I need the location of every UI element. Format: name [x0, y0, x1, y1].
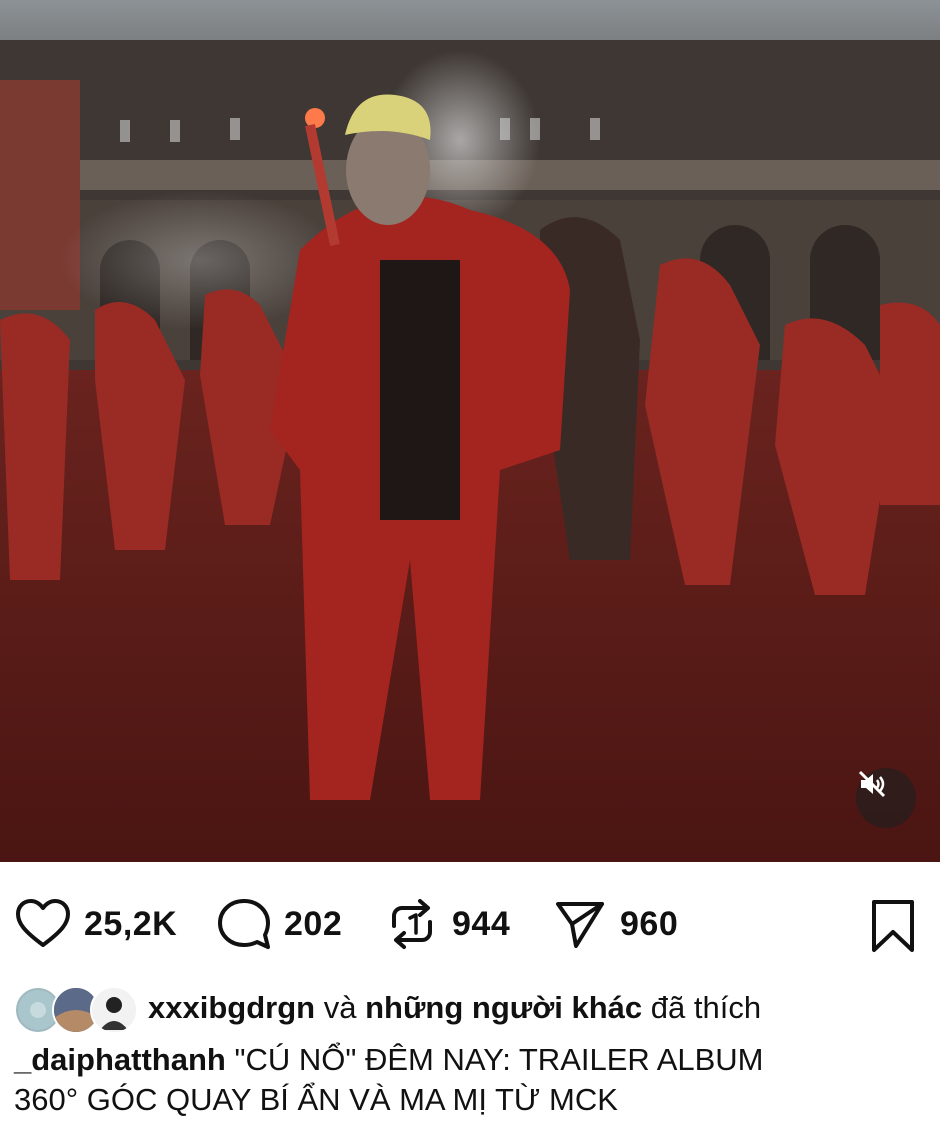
liked-by-connector: và: [323, 990, 357, 1025]
share-count: 960: [620, 904, 679, 943]
caption-text-line1: "CÚ NỔ" ĐÊM NAY: TRAILER ALBUM: [234, 1042, 764, 1077]
liked-by-suffix: đã thích: [650, 990, 762, 1025]
video-frame: [0, 0, 940, 862]
send-icon[interactable]: [552, 896, 608, 952]
share-action[interactable]: 960: [552, 896, 678, 952]
repost-icon[interactable]: [384, 896, 440, 952]
post-caption: _daiphatthanh "CÚ NỔ" ĐÊM NAY: TRAILER A…: [14, 1040, 924, 1120]
liked-by-avatars[interactable]: [14, 982, 142, 1034]
caption-text-line2: 360° GÓC QUAY BÍ ẨN VÀ MA MỊ TỪ MCK: [14, 1082, 618, 1117]
post-video[interactable]: [0, 0, 940, 862]
comment-bubble-icon[interactable]: [216, 897, 272, 951]
bookmark-icon[interactable]: [868, 898, 918, 954]
repost-count: 944: [452, 904, 511, 943]
liked-by-others[interactable]: những người khác: [365, 990, 642, 1026]
speaker-muted-icon: [858, 770, 886, 798]
mute-button[interactable]: [856, 768, 916, 828]
comment-count: 202: [284, 904, 343, 943]
save-button[interactable]: [868, 898, 918, 954]
repost-action[interactable]: 944: [384, 896, 510, 952]
liked-by-username[interactable]: xxxibgdrgn: [148, 990, 315, 1026]
caption-line-1: _daiphatthanh "CÚ NỔ" ĐÊM NAY: TRAILER A…: [14, 1040, 924, 1080]
caption-username[interactable]: _daiphatthanh: [14, 1042, 226, 1077]
comment-action[interactable]: 202: [216, 896, 342, 952]
like-count: 25,2K: [84, 904, 178, 943]
avatar[interactable]: [90, 986, 138, 1034]
like-action[interactable]: 25,2K: [14, 896, 177, 952]
liked-by-row[interactable]: xxxibgdrgn và những người khác đã thích: [14, 982, 761, 1034]
heart-icon[interactable]: [14, 898, 72, 950]
caption-line-2: 360° GÓC QUAY BÍ ẨN VÀ MA MỊ TỪ MCK: [14, 1080, 924, 1120]
